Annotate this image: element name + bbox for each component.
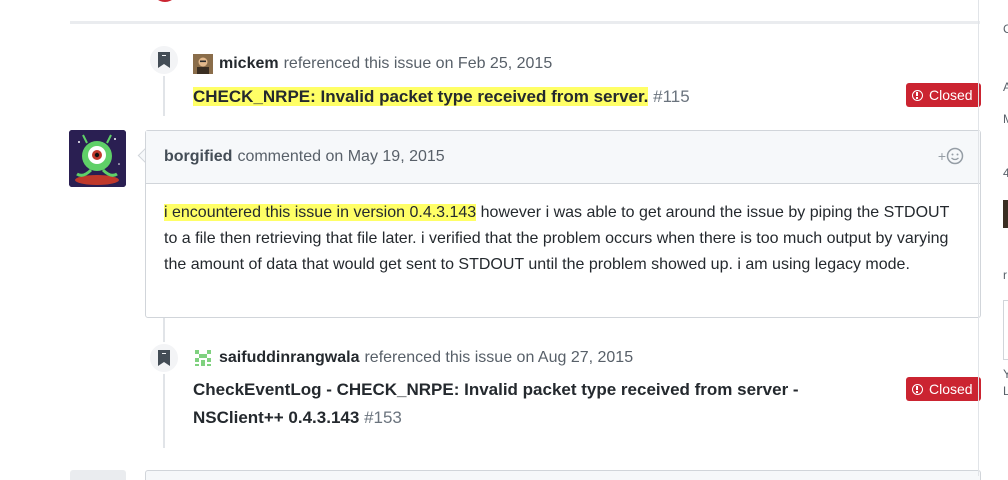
reaction-plus: +	[937, 148, 946, 164]
sidebar-fragment: Y	[1003, 367, 1008, 381]
sidebar-divider	[978, 0, 979, 476]
event-title: CHECK_NRPE: Invalid packet type received…	[193, 83, 690, 111]
sidebar-fragment: 4	[1003, 166, 1008, 180]
comment-body: i encountered this issue in version 0.4.…	[146, 184, 980, 278]
avatar[interactable]	[69, 130, 126, 187]
issue-title-link[interactable]: CHECK_NRPE: Invalid packet type received…	[193, 87, 649, 106]
event-header: saifuddinrangwala referenced this issue …	[193, 348, 633, 368]
sidebar-fragment: r	[1003, 268, 1007, 282]
alert-icon	[912, 383, 923, 395]
state-label: Closed	[929, 381, 973, 397]
event-action: referenced this issue on Aug 27, 2015	[364, 349, 634, 366]
event-action: referenced this issue on Feb 25, 2015	[283, 55, 553, 72]
issue-number-link[interactable]: #153	[364, 408, 402, 427]
event-actor-link[interactable]: saifuddinrangwala	[219, 348, 359, 368]
avatar[interactable]	[193, 54, 213, 74]
comment-meta[interactable]: commented on May 19, 2015	[237, 148, 444, 166]
next-avatar-partial	[70, 470, 126, 480]
alert-icon	[912, 89, 923, 101]
issue-title-link[interactable]: NSClient++ 0.4.3.143	[193, 408, 359, 427]
issue-title-link[interactable]: CheckEventLog - CHECK_NRPE: Invalid pack…	[193, 380, 799, 399]
avatar[interactable]	[193, 348, 213, 368]
comment-container: borgified commented on May 19, 2015 + i …	[145, 130, 981, 318]
closed-state-badge: Closed	[906, 83, 981, 107]
avatar[interactable]	[1003, 200, 1008, 228]
next-comment-partial	[145, 470, 981, 480]
timeline-line	[163, 318, 165, 448]
event-header: mickem referenced this issue on Feb 25, …	[193, 54, 552, 74]
comment-author-link[interactable]: borgified	[164, 148, 232, 166]
state-label: Closed	[929, 87, 973, 103]
closed-state-badge: Closed	[906, 377, 981, 401]
state-indicator-partial	[152, 0, 178, 2]
sidebar-fragment: L	[1003, 384, 1008, 398]
event-actor-link[interactable]: mickem	[219, 54, 279, 74]
highlighted-text: i encountered this issue in version 0.4.…	[164, 204, 477, 221]
sidebar-fragment: C	[1003, 22, 1008, 36]
add-reaction-button[interactable]: +	[938, 147, 964, 165]
event-title: CheckEventLog - CHECK_NRPE: Invalid pack…	[193, 376, 799, 432]
comment-header: borgified commented on May 19, 2015 +	[146, 131, 980, 184]
issue-number-link[interactable]: #115	[653, 87, 690, 106]
bookmark-icon	[148, 342, 180, 374]
bookmark-icon	[148, 44, 180, 76]
section-divider	[70, 21, 980, 24]
sidebar-fragment: M	[1003, 112, 1008, 126]
sidebar-fragment: A	[1003, 80, 1008, 94]
smiley-icon	[946, 147, 964, 165]
sidebar-input-partial[interactable]	[1003, 300, 1008, 360]
